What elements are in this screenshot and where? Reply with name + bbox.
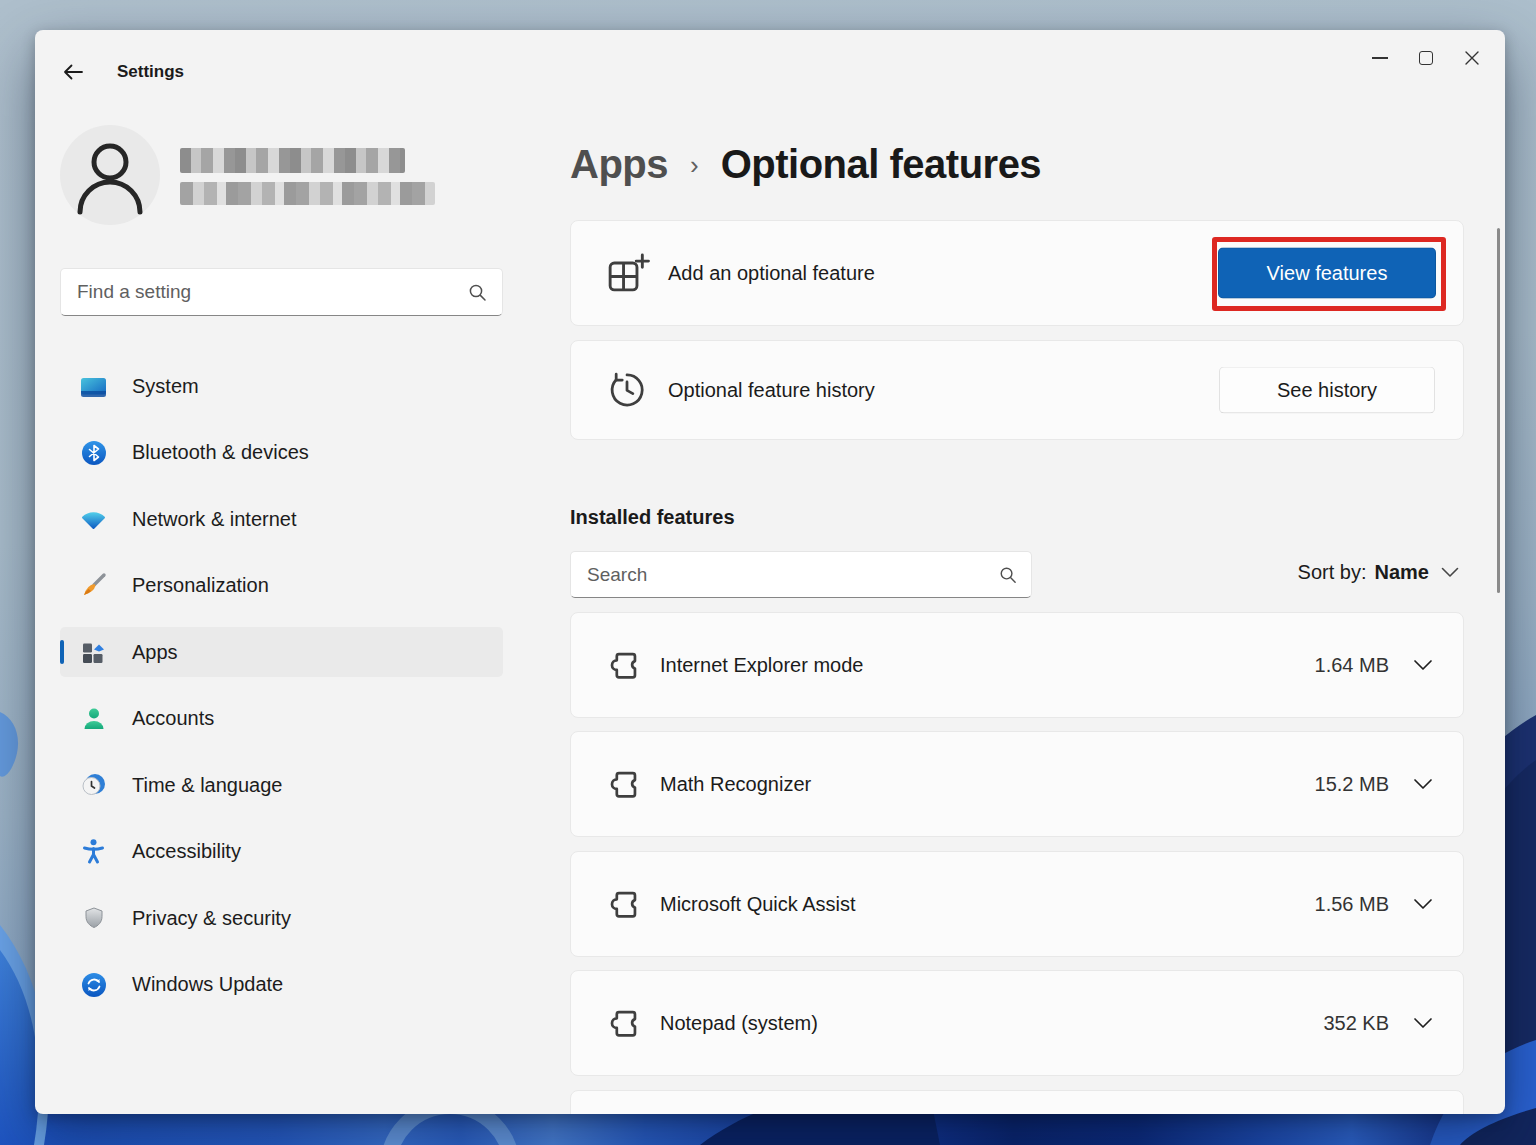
- sidebar-item-accessibility[interactable]: Accessibility: [60, 827, 503, 877]
- see-history-button[interactable]: See history: [1219, 367, 1435, 414]
- puzzle-piece-icon: [606, 886, 642, 922]
- apps-icon: [80, 639, 107, 666]
- feature-row-math-recognizer[interactable]: Math Recognizer 15.2 MB: [570, 731, 1464, 837]
- feature-row-notepad-system[interactable]: Notepad (system) 352 KB: [570, 970, 1464, 1076]
- search-icon: [467, 282, 488, 303]
- installed-features-heading: Installed features: [570, 506, 735, 529]
- back-button[interactable]: [57, 56, 89, 88]
- puzzle-piece-icon: [606, 766, 642, 802]
- person-icon: [60, 125, 160, 225]
- system-icon: [80, 373, 107, 400]
- accounts-icon: [80, 705, 107, 732]
- breadcrumb: Apps › Optional features: [570, 142, 1041, 187]
- feature-size: 1.64 MB: [1315, 654, 1389, 677]
- features-search-input[interactable]: [571, 564, 998, 586]
- avatar[interactable]: [60, 125, 160, 225]
- page-title: Optional features: [721, 142, 1041, 187]
- minimize-button[interactable]: [1357, 40, 1403, 76]
- add-feature-label: Add an optional feature: [668, 262, 875, 285]
- features-searchbox[interactable]: [570, 551, 1032, 598]
- feature-name: Internet Explorer mode: [660, 654, 863, 677]
- selected-indicator: [60, 640, 64, 664]
- sidebar-item-accounts[interactable]: Accounts: [60, 694, 503, 744]
- puzzle-piece-icon: [606, 1005, 642, 1041]
- user-email-redacted: [180, 182, 435, 205]
- sidebar-item-windows-update[interactable]: Windows Update: [60, 960, 503, 1010]
- find-setting-input[interactable]: [61, 281, 467, 303]
- sidebar-item-time-language[interactable]: Time & language: [60, 760, 503, 810]
- sidebar-item-personalization[interactable]: Personalization: [60, 561, 503, 611]
- history-icon: [604, 368, 650, 412]
- sidebar-item-privacy-security[interactable]: Privacy & security: [60, 893, 503, 943]
- breadcrumb-apps[interactable]: Apps: [570, 142, 668, 187]
- sidebar-item-network-internet[interactable]: Network & internet: [60, 494, 503, 544]
- sort-label: Sort by:: [1298, 561, 1367, 584]
- expand-chevron-icon[interactable]: [1413, 898, 1433, 910]
- search-icon: [998, 565, 1018, 585]
- history-label: Optional feature history: [668, 379, 875, 402]
- sidebar-item-apps[interactable]: Apps: [60, 627, 503, 677]
- bluetooth-icon: [80, 439, 107, 466]
- settings-window: Settings: [35, 30, 1505, 1114]
- time-language-icon: [80, 772, 107, 799]
- user-name-redacted: [180, 148, 405, 173]
- feature-row-microsoft-quick-assist[interactable]: Microsoft Quick Assist 1.56 MB: [570, 851, 1464, 957]
- maximize-icon: [1419, 51, 1433, 65]
- scrollbar-thumb[interactable]: [1497, 228, 1500, 593]
- sidebar-item-system[interactable]: System: [60, 361, 503, 411]
- feature-name: Math Recognizer: [660, 773, 811, 796]
- close-button[interactable]: [1449, 40, 1495, 76]
- privacy-icon: [80, 905, 107, 932]
- optional-feature-history-row: Optional feature history See history: [570, 340, 1464, 440]
- find-setting-searchbox[interactable]: [60, 268, 503, 316]
- personalization-icon: [80, 572, 107, 599]
- feature-name: Microsoft Quick Assist: [660, 893, 856, 916]
- feature-size: 352 KB: [1323, 1012, 1389, 1035]
- breadcrumb-chevron-icon: ›: [690, 150, 699, 181]
- sidebar-nav: System Bluetooth & devices Network: [60, 361, 503, 1026]
- puzzle-piece-icon: [606, 647, 642, 683]
- network-icon: [80, 506, 107, 533]
- feature-name: Notepad (system): [660, 1012, 818, 1035]
- window-controls: [1357, 40, 1495, 76]
- back-arrow-icon: [61, 60, 85, 84]
- accessibility-icon: [80, 838, 107, 865]
- feature-row-internet-explorer-mode[interactable]: Internet Explorer mode 1.64 MB: [570, 612, 1464, 718]
- expand-chevron-icon[interactable]: [1413, 1017, 1433, 1029]
- window-title: Settings: [117, 62, 184, 82]
- sidebar-item-bluetooth-devices[interactable]: Bluetooth & devices: [60, 428, 503, 478]
- expand-chevron-icon[interactable]: [1413, 659, 1433, 671]
- close-icon: [1464, 50, 1480, 66]
- expand-chevron-icon[interactable]: [1413, 778, 1433, 790]
- red-highlight-annotation: [1212, 237, 1446, 311]
- sort-dropdown[interactable]: Sort by: Name: [1298, 561, 1459, 584]
- add-feature-icon: [604, 250, 650, 296]
- sort-value: Name: [1375, 561, 1429, 584]
- feature-size: 15.2 MB: [1315, 773, 1389, 796]
- chevron-down-icon: [1441, 567, 1459, 578]
- feature-row-partial[interactable]: [570, 1090, 1464, 1114]
- windows-update-icon: [80, 971, 107, 998]
- feature-size: 1.56 MB: [1315, 893, 1389, 916]
- maximize-button[interactable]: [1403, 40, 1449, 76]
- minimize-icon: [1372, 57, 1388, 59]
